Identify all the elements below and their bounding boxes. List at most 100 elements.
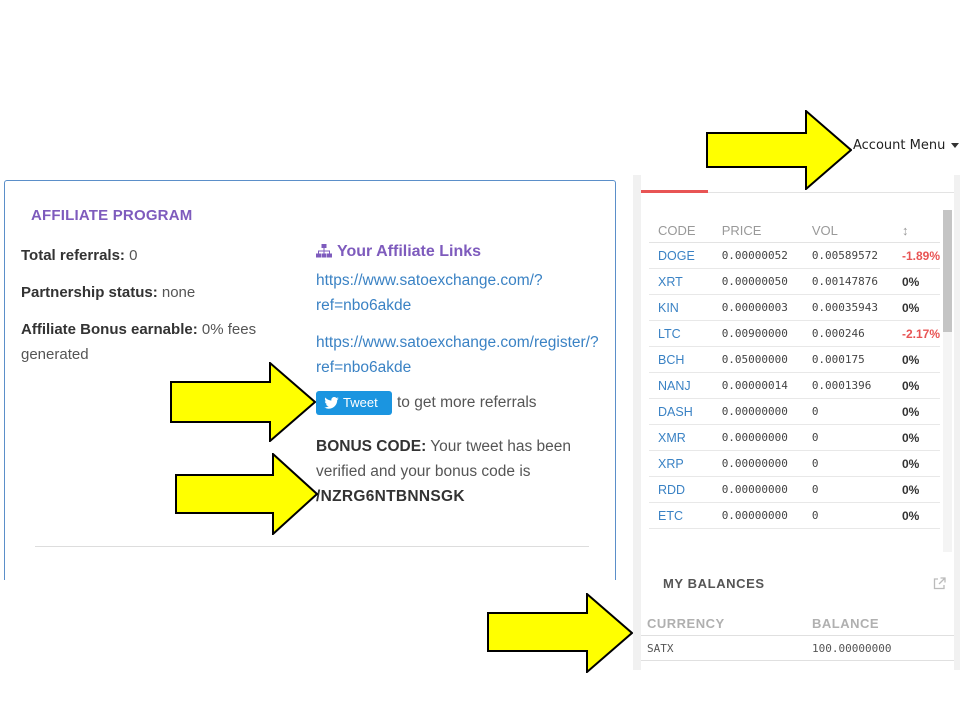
table-row[interactable]: LTC 0.00900000 0.000246 -2.17% [649, 320, 940, 347]
market-change: 0% [892, 398, 940, 425]
table-row[interactable]: BCH 0.05000000 0.000175 0% [649, 346, 940, 373]
market-change: 0% [892, 294, 940, 321]
market-change: 0% [892, 268, 940, 295]
table-row[interactable]: DOGE 0.00000052 0.00589572 -1.89% [649, 242, 940, 269]
market-code[interactable]: DASH [649, 398, 713, 425]
market-volume: 0.0001396 [802, 372, 893, 399]
table-row[interactable]: RDD 0.00000000 0 0% [649, 476, 940, 503]
market-code[interactable]: BCH [649, 346, 713, 373]
market-price: 0.00900000 [712, 320, 803, 347]
total-referrals-label: Total referrals: [21, 247, 125, 264]
market-active-tab-indicator[interactable] [641, 190, 708, 193]
market-change: -2.17% [892, 320, 940, 347]
affiliate-bonus: Affiliate Bonus earnable: 0% fees [21, 317, 256, 342]
market-table-header: CODE PRICE VOL ↕ [649, 218, 940, 243]
market-scrollbar[interactable] [943, 210, 952, 552]
market-panel-body: CODE PRICE VOL ↕ DOGE 0.00000052 0.0058957… [641, 175, 954, 555]
external-link-icon[interactable] [933, 577, 946, 595]
market-table: CODE PRICE VOL ↕ DOGE 0.00000052 0.0058957… [649, 218, 940, 529]
balances-panel-body: MY BALANCES CURRENCY BALANCE SATX 100.000… [641, 555, 954, 670]
market-volume: 0.00589572 [802, 242, 893, 269]
affiliate-links-heading-text: Your Affiliate Links [337, 243, 482, 260]
market-volume: 0 [802, 502, 893, 529]
divider [35, 546, 589, 547]
total-referrals-value: 0 [129, 247, 138, 264]
col-header-change[interactable]: ↕ [892, 218, 940, 243]
market-price: 0.00000014 [712, 372, 803, 399]
balances-title: MY BALANCES [663, 576, 765, 591]
table-row[interactable]: XRP 0.00000000 0 0% [649, 450, 940, 477]
col-header-vol[interactable]: VOL [802, 218, 893, 243]
market-change: 0% [892, 424, 940, 451]
market-volume: 0 [802, 424, 893, 451]
balances-table: CURRENCY BALANCE SATX 100.00000000 [641, 611, 954, 661]
table-row[interactable]: DASH 0.00000000 0 0% [649, 398, 940, 425]
balance-amount: 100.00000000 [812, 635, 954, 661]
annotation-arrow-tweet [170, 362, 316, 442]
sitemap-icon [316, 244, 332, 263]
affiliate-bonus-label: Affiliate Bonus earnable: [21, 321, 198, 338]
caret-down-icon [951, 143, 960, 148]
market-volume: 0 [802, 450, 893, 477]
market-scrollbar-thumb[interactable] [943, 210, 952, 332]
market-change: 0% [892, 372, 940, 399]
annotation-arrow-bonus-code [175, 453, 318, 535]
affiliate-title: AFFILIATE PROGRAM [31, 207, 193, 224]
market-code[interactable]: KIN [649, 294, 713, 321]
market-code[interactable]: DOGE [649, 242, 713, 269]
affiliate-link-register[interactable]: https://www.satoexchange.com/register/? … [316, 330, 599, 380]
bonus-code-text-1: Your tweet has been [430, 438, 572, 455]
market-change: 0% [892, 476, 940, 503]
market-change: 0% [892, 502, 940, 529]
partnership-status: Partnership status: none [21, 280, 195, 305]
market-price: 0.00000050 [712, 268, 803, 295]
affiliate-links-heading: Your Affiliate Links [316, 243, 481, 263]
affiliate-link-register-line2: ref=nbo6akde [316, 359, 412, 376]
market-price: 0.00000000 [712, 450, 803, 477]
tweet-button-label: Tweet [343, 395, 378, 410]
total-referrals: Total referrals: 0 [21, 243, 137, 268]
partnership-status-value: none [161, 284, 196, 301]
col-header-price[interactable]: PRICE [712, 218, 803, 243]
account-menu-label: Account Menu [853, 138, 946, 153]
market-panel: CODE PRICE VOL ↕ DOGE 0.00000052 0.0058957… [633, 175, 960, 555]
col-header-currency[interactable]: CURRENCY [641, 611, 812, 636]
account-menu-dropdown[interactable]: Account Menu [853, 138, 960, 153]
col-header-balance[interactable]: BALANCE [812, 611, 954, 636]
market-code[interactable]: XRP [649, 450, 713, 477]
col-header-code[interactable]: CODE [649, 218, 713, 243]
market-code[interactable]: LTC [649, 320, 713, 347]
table-row[interactable]: KIN 0.00000003 0.00035943 0% [649, 294, 940, 321]
tweet-button[interactable]: Tweet [316, 391, 392, 415]
market-code[interactable]: XRT [649, 268, 713, 295]
annotation-arrow-account-menu [706, 110, 852, 190]
market-code[interactable]: XMR [649, 424, 713, 451]
table-row[interactable]: ETC 0.00000000 0 0% [649, 502, 940, 529]
market-volume: 0.000246 [802, 320, 893, 347]
affiliate-link-home-line1: https://www.satoexchange.com/? [316, 272, 543, 289]
market-volume: 0 [802, 398, 893, 425]
table-row[interactable]: XMR 0.00000000 0 0% [649, 424, 940, 451]
balances-panel: MY BALANCES CURRENCY BALANCE SATX 100.000… [633, 555, 960, 670]
market-price: 0.00000000 [712, 476, 803, 503]
market-price: 0.00000000 [712, 424, 803, 451]
market-code[interactable]: ETC [649, 502, 713, 529]
table-row[interactable]: NANJ 0.00000014 0.0001396 0% [649, 372, 940, 399]
market-price: 0.00000052 [712, 242, 803, 269]
affiliate-link-home-line2: ref=nbo6akde [316, 297, 412, 314]
market-price: 0.00000000 [712, 398, 803, 425]
table-row[interactable]: SATX 100.00000000 [641, 635, 954, 661]
market-change: 0% [892, 450, 940, 477]
market-volume: 0.00035943 [802, 294, 893, 321]
market-code[interactable]: NANJ [649, 372, 713, 399]
market-code[interactable]: RDD [649, 476, 713, 503]
balance-currency: SATX [641, 635, 812, 661]
market-change: 0% [892, 346, 940, 373]
bonus-code-block: BONUS CODE: Your tweet has been verified… [316, 434, 606, 509]
table-row[interactable]: XRT 0.00000050 0.00147876 0% [649, 268, 940, 295]
affiliate-link-home[interactable]: https://www.satoexchange.com/? ref=nbo6a… [316, 268, 543, 318]
market-volume: 0 [802, 476, 893, 503]
market-price: 0.05000000 [712, 346, 803, 373]
market-volume: 0.00147876 [802, 268, 893, 295]
market-change: -1.89% [892, 242, 940, 269]
